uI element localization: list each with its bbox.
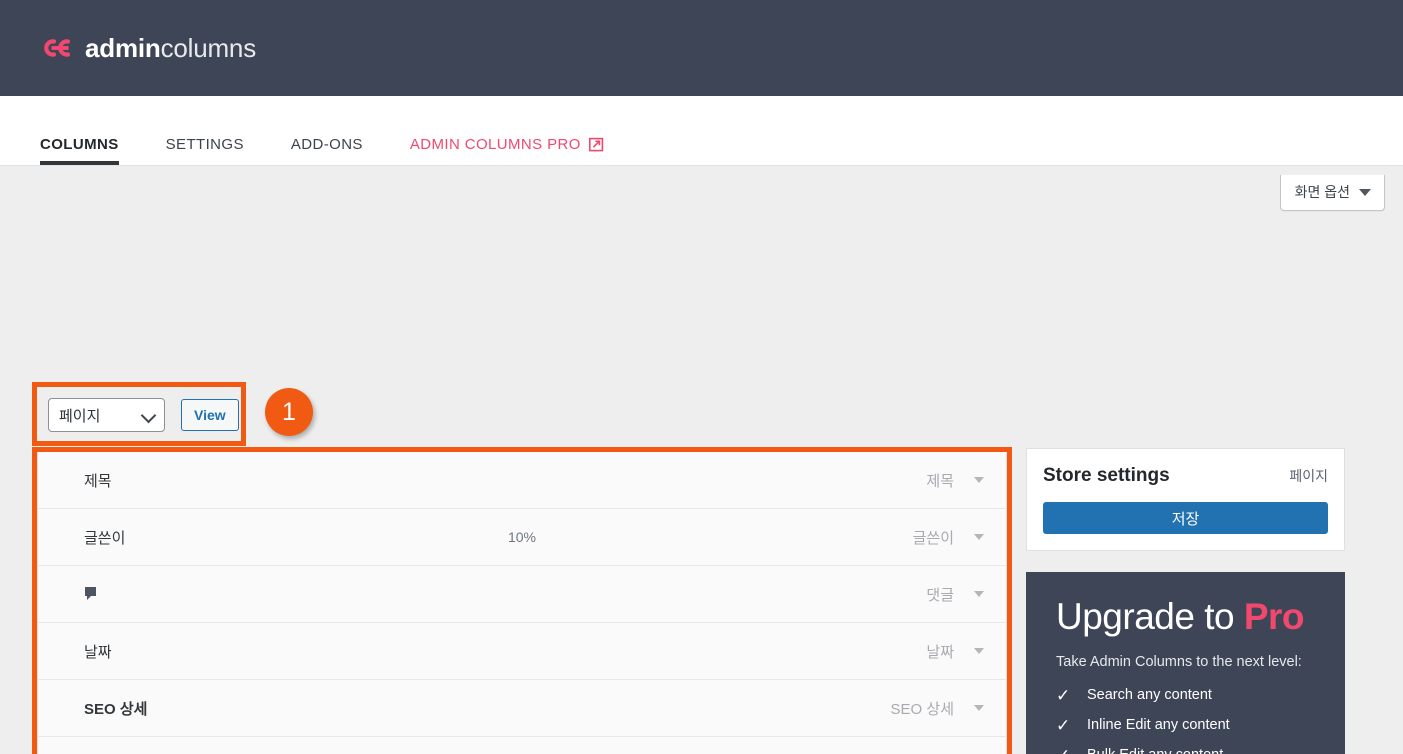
- column-title-label: SEO 상세: [84, 700, 148, 718]
- upgrade-title-main: Upgrade to: [1056, 596, 1235, 637]
- logo-word-admin: admin: [85, 33, 161, 63]
- post-type-select[interactable]: 페이지: [48, 398, 165, 432]
- check-icon: ✓: [1056, 685, 1071, 705]
- column-width-value: 10%: [507, 529, 537, 545]
- pro-feature-label: Search any content: [1087, 687, 1212, 704]
- upgrade-subtitle: Take Admin Columns to the next level:: [1056, 653, 1302, 670]
- list-item: ✓ Inline Edit any content: [1056, 717, 1315, 734]
- store-settings-card: Store settings 페이지 저장: [1026, 448, 1345, 551]
- tab-add-ons[interactable]: ADD-ONS: [291, 136, 363, 165]
- column-type-label: 댓글: [926, 586, 954, 604]
- admincolumns-logo-icon: [42, 37, 74, 59]
- tab-columns[interactable]: COLUMNS: [40, 136, 119, 165]
- upgrade-title: Upgrade to Pro: [1056, 596, 1315, 637]
- column-type-label: SEO 상세: [890, 700, 954, 718]
- column-title-label: 제목: [84, 472, 112, 490]
- page-body: 화면 옵션 페이지 View 1 2 제목 제목 글쓴이 10% 글쓴이: [0, 166, 1403, 754]
- pro-feature-list: ✓ Search any content ✓ Inline Edit any c…: [1056, 687, 1315, 754]
- chevron-down-icon[interactable]: [974, 534, 984, 540]
- column-title-label: 글쓴이: [84, 529, 126, 547]
- table-row[interactable]: SEO 상세 SEO 상세: [38, 680, 1006, 737]
- tab-settings-label: SETTINGS: [165, 136, 244, 153]
- store-settings-header: Store settings 페이지: [1043, 465, 1328, 487]
- store-save-button[interactable]: 저장: [1043, 502, 1328, 534]
- external-link-icon: [588, 137, 604, 152]
- tab-admin-columns-pro-label: ADMIN COLUMNS PRO: [409, 136, 581, 153]
- list-item: ✓ Bulk Edit any content: [1056, 747, 1315, 754]
- pro-feature-label: Inline Edit any content: [1087, 717, 1230, 734]
- column-meta: 글쓴이: [913, 527, 1006, 548]
- screen-options-button[interactable]: 화면 옵션: [1279, 175, 1385, 211]
- column-meta: 제목: [926, 470, 1006, 491]
- column-meta: SEO 상세: [891, 698, 1006, 719]
- check-icon: ✓: [1056, 747, 1070, 754]
- table-row[interactable]: 날짜 날짜: [38, 623, 1006, 680]
- column-meta: 날짜: [926, 641, 1006, 662]
- tab-add-ons-label: ADD-ONS: [290, 136, 363, 153]
- list-item: ✓ Search any content: [1056, 687, 1315, 704]
- upgrade-to-pro-card: Upgrade to Pro Take Admin Columns to the…: [1026, 572, 1345, 754]
- chevron-down-icon: [140, 407, 157, 424]
- comment-icon: [84, 586, 102, 602]
- tab-columns-label: COLUMNS: [40, 136, 119, 153]
- screen-options-label: 화면 옵션: [1294, 184, 1350, 200]
- column-meta: 댓글: [926, 584, 1006, 605]
- table-row[interactable]: SEO 제목 SEO 제목: [38, 737, 1006, 754]
- column-title-label: [84, 586, 102, 602]
- admincolumns-logo: admincolumns: [42, 35, 256, 61]
- pro-feature-label: Bulk Edit any content: [1087, 747, 1223, 754]
- column-title-label: 날짜: [84, 643, 112, 661]
- chevron-down-icon[interactable]: [974, 477, 984, 483]
- annotation-badge-1: 1: [265, 388, 313, 436]
- list-toolbar: 페이지 View: [48, 398, 239, 432]
- chevron-down-icon[interactable]: [974, 705, 984, 711]
- columns-list-panel: 제목 제목 글쓴이 10% 글쓴이 댓글 날짜 날짜 SEO 상세 SEO 상세: [37, 452, 1007, 754]
- table-row[interactable]: 댓글: [38, 566, 1006, 623]
- sidebar: Store settings 페이지 저장 Upgrade to Pro Tak…: [1026, 448, 1345, 754]
- column-type-label: 글쓴이: [912, 529, 954, 547]
- store-settings-title: Store settings: [1043, 465, 1170, 486]
- tab-admin-columns-pro[interactable]: ADMIN COLUMNS PRO: [410, 136, 604, 165]
- chevron-down-icon[interactable]: [974, 648, 984, 654]
- column-type-label: 제목: [926, 472, 954, 490]
- logo-word-columns: columns: [160, 33, 257, 63]
- tab-settings[interactable]: SETTINGS: [166, 136, 244, 165]
- upgrade-title-accent: Pro: [1243, 596, 1305, 637]
- logo-wordmark: admincolumns: [85, 35, 256, 61]
- table-row[interactable]: 제목 제목: [38, 452, 1006, 509]
- post-type-select-value: 페이지: [59, 407, 101, 425]
- store-settings-subtitle: 페이지: [1289, 468, 1328, 484]
- column-type-label: 날짜: [926, 643, 954, 661]
- table-row[interactable]: 글쓴이 10% 글쓴이: [38, 509, 1006, 566]
- chevron-down-icon[interactable]: [974, 591, 984, 597]
- check-icon: ✓: [1056, 715, 1071, 735]
- view-button[interactable]: View: [181, 399, 239, 431]
- main-nav: COLUMNS SETTINGS ADD-ONS ADMIN COLUMNS P…: [0, 96, 1403, 166]
- app-header: admincolumns: [0, 0, 1403, 96]
- caret-down-icon: [1359, 188, 1371, 196]
